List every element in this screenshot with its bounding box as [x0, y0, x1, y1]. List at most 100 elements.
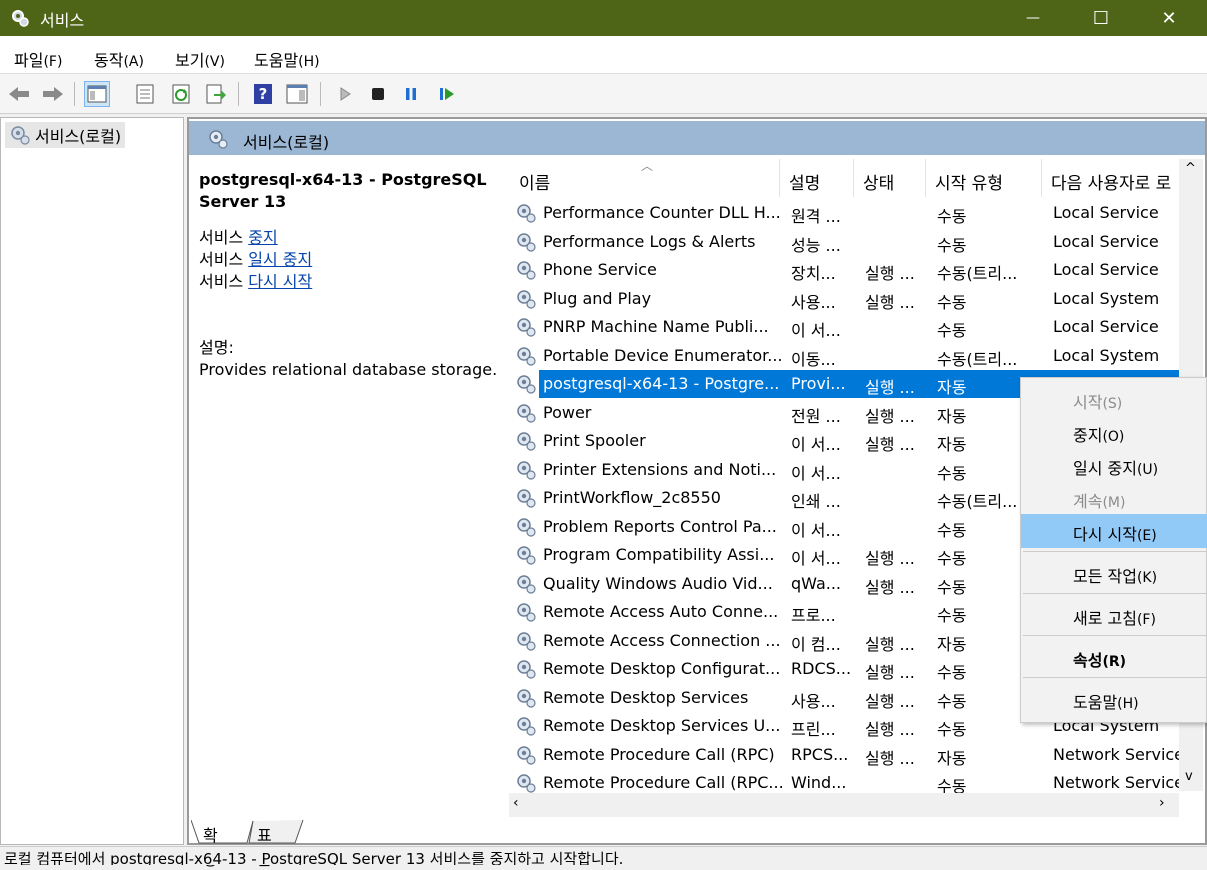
services-gear-icon	[11, 126, 30, 145]
context-menu-item[interactable]: 속성(R)	[1021, 640, 1207, 674]
back-button[interactable]	[6, 81, 32, 107]
service-gear-icon	[517, 660, 536, 679]
service-status-cell: 실행 ...	[865, 577, 915, 597]
service-gear-icon	[517, 489, 536, 508]
service-logon-cell: Local Service	[1053, 203, 1159, 222]
restart-service-button[interactable]	[434, 81, 460, 107]
properties-button[interactable]	[132, 81, 158, 107]
service-desc-cell: 전원 ...	[791, 406, 841, 426]
menu-view[interactable]: 보기(V)	[175, 47, 225, 71]
stop-service-icon	[372, 88, 384, 100]
service-logon-cell: Local System	[1053, 288, 1160, 308]
menu-file[interactable]: 파일(F)	[14, 47, 62, 71]
menu-help[interactable]: 도움말(H)	[254, 47, 320, 71]
service-desc-cell: 이 서...	[791, 520, 841, 540]
service-status-cell: 실행 ...	[865, 720, 915, 739]
scroll-down-icon[interactable]: v	[1185, 769, 1193, 784]
pause-service-line: 서비스 일시 중지	[199, 250, 313, 269]
maximize-button[interactable]: ☐	[1078, 0, 1124, 36]
services-gear-icon	[209, 130, 228, 149]
close-button[interactable]: ✕	[1146, 0, 1192, 36]
service-startup-cell: 수동(트리...	[937, 349, 1018, 369]
service-desc-cell: 프린...	[791, 720, 836, 739]
service-status-cell: 실행 ...	[865, 691, 915, 711]
menu-separator	[1023, 593, 1206, 594]
service-desc-cell: 원격 ...	[791, 207, 841, 226]
sort-caret-icon: ︿	[641, 159, 654, 173]
restart-service-link[interactable]: 다시 시작	[248, 272, 312, 291]
service-gear-icon	[517, 574, 536, 594]
back-icon	[9, 87, 29, 101]
tree-item-services-local[interactable]: 서비스(로컬)	[5, 122, 126, 148]
show-hide-tree-button[interactable]	[84, 81, 110, 107]
service-name-cell: Remote Procedure Call (RPC)	[543, 744, 775, 764]
service-status-cell: 실행 ...	[865, 748, 915, 768]
stop-service-link[interactable]: 중지	[248, 228, 277, 247]
context-menu-item[interactable]: 모든 작업(K)	[1021, 556, 1207, 590]
close-icon: ✕	[1161, 7, 1177, 29]
help-button[interactable]: ?	[250, 81, 276, 107]
export-list-icon	[206, 84, 226, 104]
start-service-icon	[340, 87, 351, 101]
column-header-name[interactable]: 이름	[519, 169, 550, 194]
service-row[interactable]: Performance Counter DLL H... 원격 ... 수동 Loca…	[509, 199, 1179, 228]
column-header-logon-as[interactable]: 다음 사용자로 로	[1051, 169, 1179, 194]
context-menu-item[interactable]: 도움말(H)	[1021, 682, 1207, 716]
service-row[interactable]: Performance Logs & Alerts 성능 ... 수동 Local S…	[509, 228, 1179, 257]
export-list-button[interactable]	[203, 81, 229, 107]
service-logon-cell: Network Service	[1053, 744, 1181, 764]
service-startup-cell: 자동	[937, 748, 967, 768]
service-row[interactable]: Phone Service 장치... 실행 ... 수동(트리... Local Se…	[509, 256, 1179, 285]
forward-button[interactable]	[40, 81, 66, 107]
context-menu-item[interactable]: 일시 중지(U)	[1021, 448, 1207, 482]
service-status-cell: 실행 ...	[865, 292, 915, 312]
start-service-button[interactable]	[332, 81, 358, 107]
stop-service-button[interactable]	[365, 81, 391, 107]
service-gear-icon	[517, 774, 536, 793]
column-header-description[interactable]: 설명	[789, 169, 820, 194]
menu-action[interactable]: 동작(A)	[94, 47, 144, 71]
service-row[interactable]: Remote Procedure Call (RPC) RPCS... 실행 ...…	[509, 741, 1181, 770]
service-gear-icon	[517, 460, 536, 480]
service-startup-cell: 수동	[937, 235, 967, 255]
properties-icon	[136, 84, 154, 104]
show-hide-action-pane-button[interactable]	[284, 81, 310, 107]
service-row[interactable]: PNRP Machine Name Publi... 이 서... 수동 Local …	[509, 313, 1179, 342]
column-header-status[interactable]: 상태	[863, 169, 894, 194]
service-desc-cell: 인쇄 ...	[791, 492, 841, 511]
pane-header-title: 서비스(로컬)	[243, 133, 330, 152]
service-row[interactable]: Plug and Play 사용... 실행 ... 수동 Local System	[509, 285, 1179, 314]
service-desc-cell: 이 서...	[791, 463, 841, 483]
column-header-startup-type[interactable]: 시작 유형	[935, 169, 1003, 194]
service-row[interactable]: Portable Device Enumerator... 이동... 수동(트리.…	[509, 342, 1179, 371]
service-name-cell: Plug and Play	[543, 288, 652, 308]
service-startup-cell: 수동	[937, 321, 967, 340]
context-menu-item[interactable]: 중지(O)	[1021, 415, 1207, 449]
service-gear-icon	[517, 204, 536, 223]
service-name-cell: Printer Extensions and Noti...	[543, 459, 777, 479]
service-status-cell: 실행 ...	[865, 406, 915, 426]
menu-bar: 파일(F) 동작(A) 보기(V) 도움말(H)	[0, 36, 1207, 74]
service-desc-cell: qWa...	[791, 573, 842, 593]
pause-service-button[interactable]	[398, 81, 424, 107]
refresh-icon	[172, 84, 190, 104]
scroll-right-icon[interactable]: ›	[1159, 795, 1165, 811]
pause-service-link[interactable]: 일시 중지	[248, 250, 312, 269]
service-desc-cell: 장치...	[791, 264, 836, 283]
service-gear-icon	[517, 603, 536, 622]
context-menu-item[interactable]: 다시 시작(E)	[1021, 514, 1207, 548]
forward-icon	[43, 87, 63, 101]
menu-separator	[1023, 635, 1206, 636]
service-name-cell: PNRP Machine Name Publi...	[543, 317, 769, 336]
service-startup-cell: 수동(트리...	[937, 264, 1018, 283]
service-desc-cell: RPCS...	[791, 744, 849, 764]
scroll-up-icon[interactable]: ^	[1185, 161, 1196, 176]
service-desc-cell: 이동...	[791, 349, 836, 369]
horizontal-scrollbar[interactable]: ‹ ›	[509, 793, 1179, 817]
refresh-button[interactable]	[168, 81, 194, 107]
scroll-left-icon[interactable]: ‹	[513, 795, 519, 811]
minimize-button[interactable]: —	[1010, 0, 1056, 36]
selected-service-name: postgresql-x64-13 - PostgreSQL Server 13	[199, 170, 487, 211]
service-name-cell: Remote Desktop Services	[543, 687, 749, 707]
context-menu-item[interactable]: 새로 고침(F)	[1021, 598, 1207, 632]
